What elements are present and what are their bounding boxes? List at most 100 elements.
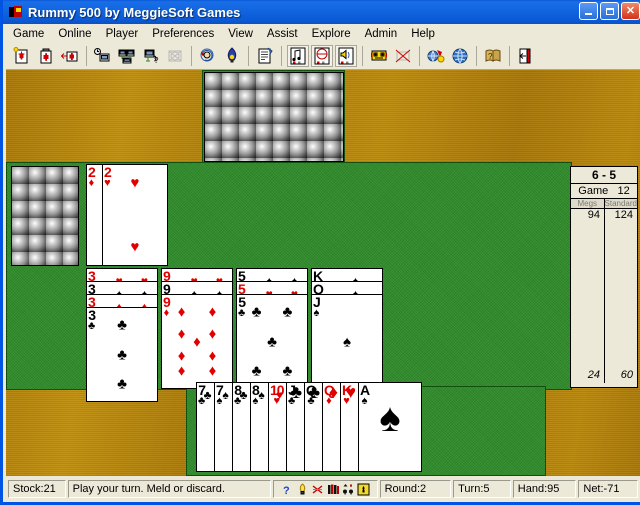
minimize-button[interactable] bbox=[579, 2, 598, 20]
alert-box-icon[interactable] bbox=[357, 483, 370, 496]
card-pip: ♦ bbox=[208, 362, 217, 380]
meld-card[interactable]: 5♥♥♥ bbox=[236, 281, 308, 295]
hint-icon bbox=[223, 47, 241, 65]
hand-card[interactable]: Q ♦ ♦ bbox=[322, 382, 341, 472]
meld-card[interactable]: 5♠♠♠ bbox=[236, 268, 308, 282]
help-book-icon[interactable]: ? bbox=[482, 45, 504, 67]
card-corner: 2 ♥ bbox=[104, 164, 112, 189]
card-pip: ♦ bbox=[177, 347, 186, 365]
status-turn: Turn:5 bbox=[453, 480, 511, 498]
undo-icon[interactable] bbox=[197, 45, 219, 67]
cards-fan-icon[interactable] bbox=[327, 483, 340, 496]
title-bar[interactable]: Rummy 500 by MeggieSoft Games ✕ bbox=[3, 0, 640, 24]
card-pip: ♦ bbox=[208, 347, 217, 365]
score-game-label: Game bbox=[578, 185, 609, 197]
toolbar-separator bbox=[281, 46, 282, 66]
save-game-icon[interactable] bbox=[35, 45, 57, 67]
connect-host-icon[interactable] bbox=[92, 45, 114, 67]
card-pip: ♣ bbox=[117, 346, 127, 363]
disconnect-icon[interactable] bbox=[164, 45, 186, 67]
sound-mute-icon[interactable] bbox=[311, 45, 333, 67]
exit-icon[interactable] bbox=[515, 45, 537, 67]
app-icon bbox=[8, 4, 24, 20]
scorecard-icon[interactable] bbox=[254, 45, 276, 67]
toolbar-separator bbox=[362, 46, 363, 66]
meld-card[interactable]: 3♥♥♥ bbox=[86, 268, 158, 282]
chat-robot-icon[interactable] bbox=[368, 45, 390, 67]
card-pip: ♥ bbox=[275, 388, 284, 402]
toolbar-separator bbox=[86, 46, 87, 66]
card-pip: ♦ bbox=[177, 303, 186, 321]
no-draw-icon[interactable] bbox=[311, 483, 324, 496]
hand-card[interactable]: 10 ♥ ♥ bbox=[268, 382, 287, 472]
hand-card[interactable]: 7 ♣ ♣ bbox=[196, 382, 215, 472]
sound-effects-icon[interactable] bbox=[335, 45, 357, 67]
window-title: Rummy 500 by MeggieSoft Games bbox=[28, 4, 241, 20]
menu-item-game[interactable]: Game bbox=[6, 26, 51, 42]
toolbar-separator bbox=[248, 46, 249, 66]
find-opponent-icon[interactable]: ? bbox=[140, 45, 162, 67]
chat-robot-icon bbox=[370, 47, 388, 65]
hand-card[interactable]: J ♣ ♣ bbox=[286, 382, 305, 472]
meld-card[interactable]: 3♠♠♠ bbox=[86, 281, 158, 295]
find-opponent-icon: ? bbox=[142, 47, 160, 65]
menu-item-assist[interactable]: Assist bbox=[260, 26, 305, 42]
hand-card[interactable]: 7 ♠ ♠ bbox=[214, 382, 233, 472]
hint-icon[interactable] bbox=[221, 45, 243, 67]
menu-item-online[interactable]: Online bbox=[51, 26, 98, 42]
status-bar: Stock:21 Play your turn. Meld or discard… bbox=[6, 476, 640, 502]
card-pip: ♣ bbox=[251, 303, 262, 321]
meld-card[interactable]: J ♠ ♠ bbox=[311, 294, 383, 389]
suits-icon[interactable] bbox=[342, 483, 355, 496]
card-corner: 3 ♣ bbox=[88, 307, 96, 332]
meld-card[interactable]: 3♦♦♦ bbox=[86, 294, 158, 308]
meld-card[interactable]: 9♥♥♥ bbox=[161, 268, 233, 282]
discard-card-top[interactable]: 2 ♥ ♥ ♥ bbox=[102, 164, 168, 266]
help-question-icon[interactable]: ? bbox=[280, 483, 293, 497]
hand-card[interactable]: 8 ♠ ♠ bbox=[250, 382, 269, 472]
close-button[interactable]: ✕ bbox=[621, 2, 640, 20]
card-corner: J ♠ bbox=[313, 294, 321, 319]
menu-item-preferences[interactable]: Preferences bbox=[145, 26, 221, 42]
hand-card[interactable]: 8 ♣ ♣ bbox=[232, 382, 251, 472]
card-suit-pip: ♣ bbox=[308, 382, 320, 402]
menu-item-view[interactable]: View bbox=[221, 26, 260, 42]
meld-card[interactable]: 9♠♠♠ bbox=[161, 281, 233, 295]
hint-bulb-icon[interactable] bbox=[296, 482, 309, 496]
globe-icon[interactable] bbox=[449, 45, 471, 67]
meld-card[interactable]: 9 ♦ ♦ ♦ ♦ ♦ ♦ ♦ ♦ ♦ ♦ bbox=[161, 294, 233, 389]
hand-card[interactable]: A ♠ ♠ bbox=[358, 382, 422, 472]
menu-item-help[interactable]: Help bbox=[404, 26, 442, 42]
draw-spread[interactable] bbox=[204, 72, 344, 162]
menu-item-explore[interactable]: Explore bbox=[305, 26, 358, 42]
card-pip: ♠ bbox=[222, 388, 229, 402]
score-title: 6 - 5 bbox=[571, 167, 637, 184]
meld-card[interactable]: 5 ♣ ♣ ♣ ♣ ♣ ♣ bbox=[236, 294, 308, 389]
card-pip: ♣ bbox=[203, 388, 212, 402]
no-chat-icon[interactable] bbox=[392, 45, 414, 67]
meld-card[interactable]: 3 ♣ ♣ ♣ ♣ bbox=[86, 307, 158, 402]
hand-card[interactable]: K ♥ ♥ bbox=[340, 382, 359, 472]
internet-connect-icon[interactable] bbox=[425, 45, 447, 67]
card-corner: A ♠ bbox=[360, 382, 370, 407]
card-pip: ♦ bbox=[177, 325, 186, 343]
status-round: Round:2 bbox=[379, 480, 452, 498]
card-pip: ♦ bbox=[208, 325, 217, 343]
toolbar-separator bbox=[191, 46, 192, 66]
status-net: Net:-71 bbox=[578, 480, 639, 498]
internet-connect-icon bbox=[427, 47, 445, 65]
meld-card[interactable]: K♠♠ bbox=[311, 268, 383, 282]
svg-text:?: ? bbox=[488, 52, 493, 61]
hand-card[interactable]: Q ♣ ♣ bbox=[304, 382, 323, 472]
menu-item-player[interactable]: Player bbox=[99, 26, 146, 42]
score-game: Game 12 bbox=[571, 184, 637, 199]
menu-bar: Game Online Player Preferences View Assist Exp… bbox=[6, 24, 640, 43]
stock-pile[interactable] bbox=[11, 166, 79, 266]
open-game-icon[interactable] bbox=[59, 45, 81, 67]
meld-card[interactable]: Q♠♠ bbox=[311, 281, 383, 295]
sound-music-icon[interactable] bbox=[287, 45, 309, 67]
menu-item-admin[interactable]: Admin bbox=[358, 26, 405, 42]
network-game-icon[interactable] bbox=[116, 45, 138, 67]
maximize-button[interactable] bbox=[600, 2, 619, 20]
new-game-icon[interactable] bbox=[11, 45, 33, 67]
